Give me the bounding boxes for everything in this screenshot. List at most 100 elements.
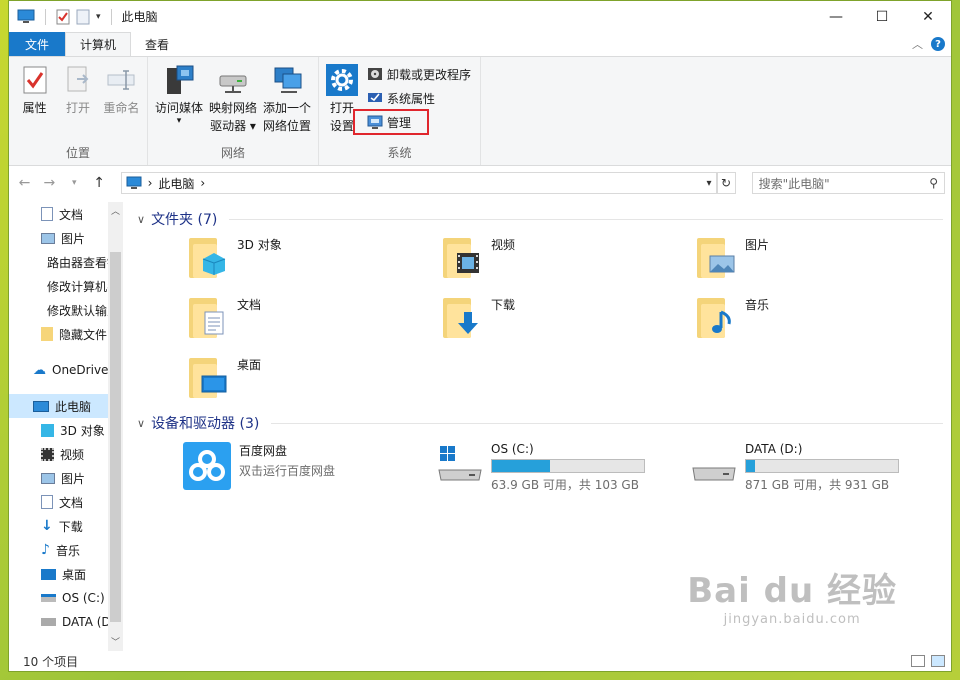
music-note-icon <box>697 296 737 340</box>
recent-locations-chevron-icon[interactable]: ▾ <box>65 178 84 188</box>
picture-icon <box>41 232 55 244</box>
baidu-netdisk-tile[interactable]: 百度网盘 双击运行百度网盘 <box>183 442 437 493</box>
nav-item-downloads[interactable]: ↓ 下载 <box>9 514 123 538</box>
details-view-icon[interactable] <box>911 655 925 667</box>
collapse-chevron-icon[interactable]: ∨ <box>137 417 145 430</box>
folder-label: 图片 <box>745 238 770 252</box>
drive-icon <box>41 618 56 626</box>
baidu-netdisk-sub: 双击运行百度网盘 <box>239 464 336 478</box>
baidu-netdisk-name: 百度网盘 <box>239 444 288 458</box>
drive-tile-c[interactable]: OS (C:) 63.9 GB 可用，共 103 GB <box>437 442 691 493</box>
nav-item-videos[interactable]: 视频 <box>9 442 123 466</box>
nav-item-drive-c[interactable]: OS (C:) <box>9 586 123 610</box>
document-icon <box>189 296 229 340</box>
devices-grid: 百度网盘 双击运行百度网盘 OS (C:) 63.9 GB 可用，共 103 G… <box>137 442 951 493</box>
address-path[interactable]: 此电脑 <box>158 175 194 192</box>
cube-icon <box>189 236 229 280</box>
title-bar: ▾ 此电脑 — ☐ ✕ <box>9 1 951 32</box>
folders-section-header[interactable]: ∨ 文件夹 (7) <box>137 208 951 230</box>
nav-item-label: 文档 <box>59 207 84 222</box>
toolbar-divider <box>110 8 112 25</box>
address-separator[interactable]: › <box>148 176 153 190</box>
close-icon[interactable]: ✕ <box>905 1 951 32</box>
windows-drive-icon <box>41 594 56 602</box>
tab-file[interactable]: 文件 <box>9 32 66 56</box>
address-separator[interactable]: › <box>200 176 205 190</box>
nav-item-3d-objects[interactable]: 3D 对象 <box>9 418 123 442</box>
minimize-icon[interactable]: — <box>813 1 859 32</box>
address-bar[interactable]: › 此电脑 › ▾ <box>120 172 717 194</box>
large-icons-view-icon[interactable] <box>931 655 945 667</box>
nav-item-label: 音乐 <box>55 543 80 558</box>
uninstall-program-button[interactable]: 卸载或更改程序 <box>363 63 475 85</box>
nav-item-documents[interactable]: 文档 <box>9 490 123 514</box>
folder-tile-pictures[interactable]: 图片 <box>697 236 951 284</box>
drive-tile-d[interactable]: DATA (D:) 871 GB 可用，共 931 GB <box>691 442 945 493</box>
folder-tile-desktop[interactable]: 桌面 <box>189 356 443 404</box>
tab-view[interactable]: 查看 <box>131 32 183 56</box>
search-input[interactable]: 搜索"此电脑" ⚲ <box>751 172 945 194</box>
nav-item-this-pc[interactable]: 此电脑 <box>9 394 123 418</box>
access-media-label-2: ▾ <box>176 116 182 126</box>
scroll-thumb[interactable] <box>110 252 121 622</box>
drive-c-usage-bar <box>491 459 645 473</box>
help-icon[interactable]: ? <box>931 37 945 51</box>
system-properties-icon <box>368 93 382 102</box>
nav-item-label: OneDrive <box>52 363 109 377</box>
nav-item-drive-d[interactable]: DATA (D:) <box>9 610 123 634</box>
nav-item-folder[interactable]: 隐藏文件 <box>9 322 123 346</box>
forward-arrow-icon[interactable]: → <box>40 175 59 191</box>
cloud-icon: ☁ <box>33 362 46 378</box>
refresh-icon[interactable]: ↻ <box>716 172 736 194</box>
folder-tile-3d-objects[interactable]: 3D 对象 <box>189 236 443 284</box>
nav-item-folder[interactable]: 修改默认输入法 <box>9 298 123 322</box>
film-icon <box>443 236 483 280</box>
manage-button[interactable]: 管理 <box>353 109 429 135</box>
nav-item-label: OS (C:) <box>62 591 105 605</box>
folder-label: 桌面 <box>237 358 262 372</box>
new-folder-icon[interactable] <box>76 9 90 25</box>
folder-tile-music[interactable]: 音乐 <box>697 296 951 344</box>
picture-icon <box>41 472 55 484</box>
tab-computer[interactable]: 计算机 <box>65 32 132 56</box>
system-properties-button[interactable]: 系统属性 <box>363 87 475 109</box>
collapse-chevron-icon[interactable]: ∨ <box>137 213 145 226</box>
access-media-label-1: 访问媒体 <box>154 101 203 115</box>
folder-tile-videos[interactable]: 视频 <box>443 236 697 284</box>
nav-scrollbar[interactable]: ︿ ﹀ <box>108 202 123 651</box>
nav-item-music[interactable]: ♪ 音乐 <box>9 538 123 562</box>
network-location-icon <box>274 67 302 93</box>
quick-access-toolbar: ▾ <box>9 8 116 25</box>
nav-item-label: 下载 <box>58 519 83 534</box>
content-area: 文档 📌 图片 📌 路由器查看链接 修改计算机名称 修改默认输入法 <box>9 202 951 651</box>
address-history-chevron-icon[interactable]: ▾ <box>707 178 712 189</box>
nav-item-pictures[interactable]: 图片 📌 <box>9 226 123 250</box>
back-arrow-icon[interactable]: ← <box>15 175 34 191</box>
nav-item-documents[interactable]: 文档 📌 <box>9 202 123 226</box>
nav-item-pictures[interactable]: 图片 <box>9 466 123 490</box>
properties-check-icon[interactable] <box>56 9 70 25</box>
desktop-icon <box>41 568 56 580</box>
baidu-jingyan-watermark: Bai du 经验 jingyan.baidu.com <box>687 563 897 627</box>
manage-label: 管理 <box>387 115 412 130</box>
maximize-icon[interactable]: ☐ <box>859 1 905 32</box>
nav-item-folder[interactable]: 修改计算机名称 <box>9 274 123 298</box>
devices-section-header[interactable]: ∨ 设备和驱动器 (3) <box>137 412 951 434</box>
scroll-down-icon[interactable]: ﹀ <box>108 635 123 651</box>
up-arrow-icon[interactable]: ↑ <box>90 175 109 191</box>
customize-toolbar-chevron-icon[interactable]: ▾ <box>96 12 101 22</box>
search-icon[interactable]: ⚲ <box>929 176 938 190</box>
folder-tile-documents[interactable]: 文档 <box>189 296 443 344</box>
cube-icon <box>41 423 54 437</box>
group-label-location: 位置 <box>65 146 90 160</box>
network-drive-icon <box>219 75 247 93</box>
properties-icon <box>23 66 47 94</box>
nav-item-folder[interactable]: 路由器查看链接 <box>9 250 123 274</box>
folder-tile-downloads[interactable]: 下载 <box>443 296 697 344</box>
nav-item-onedrive[interactable]: ☁ OneDrive <box>9 358 123 382</box>
scroll-up-icon[interactable]: ︿ <box>108 204 123 220</box>
collapse-ribbon-chevron-icon[interactable]: ︿ <box>912 36 923 52</box>
devices-section-title: 设备和驱动器 (3) <box>151 416 260 432</box>
folder-label: 音乐 <box>745 298 770 312</box>
nav-item-desktop[interactable]: 桌面 <box>9 562 123 586</box>
